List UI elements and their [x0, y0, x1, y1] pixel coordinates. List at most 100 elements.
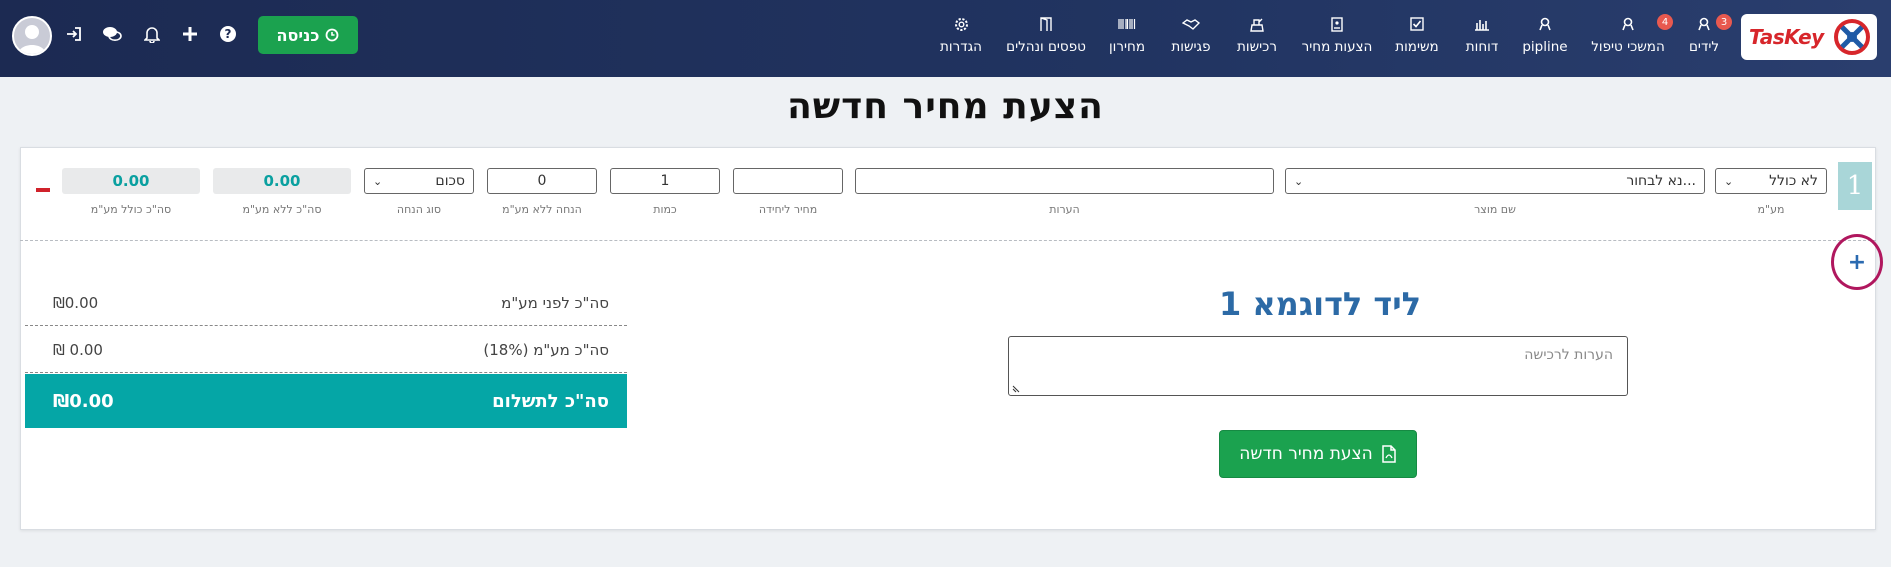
unit-price-input[interactable] [733, 168, 843, 194]
before-vat-value: 0.00 [64, 293, 99, 312]
currency-symbol: ₪ [53, 390, 70, 412]
nav-label: פגישות [1171, 39, 1211, 55]
clock-icon [326, 28, 339, 42]
line-notes-label: הערות [1049, 203, 1080, 216]
total-inc-vat: 0.00 [62, 168, 200, 194]
lead-name: ליד לדוגמא 1 [1218, 285, 1422, 323]
nav-label: דוחות [1465, 39, 1499, 55]
nav-label: לידים [1688, 39, 1720, 55]
total-inc-vat-label: סה"כ כולל מע"מ [90, 203, 172, 216]
before-vat-label: סה"כ לפני מע"מ [501, 293, 609, 312]
remove-row-button[interactable] [36, 188, 50, 192]
new-quote-button[interactable]: הצעת מחיר חדשה [1219, 430, 1417, 478]
new-quote-label: הצעת מחיר חדשה [1239, 444, 1373, 464]
summary-total-row: ₪0.00 סה"כ לתשלום [25, 374, 627, 428]
vat-amount: ₪ 0.00 [53, 341, 103, 359]
total-amount: ₪0.00 [53, 391, 114, 412]
enter-button-label: כניסה [276, 25, 320, 45]
total-ex-vat: 0.00 [213, 168, 351, 194]
nav-label: pipline [1522, 39, 1568, 55]
leads-badge: 3 [1716, 14, 1732, 30]
row-number: 1 [1838, 162, 1872, 210]
summary-before-vat-row: ₪0.00 סה"כ לפני מע"מ [25, 280, 627, 326]
discount-type-label: סוג הנחה [396, 203, 442, 216]
vat-label: מע"מ [1757, 203, 1785, 216]
person-icon [1621, 14, 1635, 34]
nav-label: רכישות [1237, 39, 1277, 55]
nav-item-meetings[interactable]: פגישות [1170, 14, 1212, 64]
person-icon [1538, 14, 1552, 34]
cash-register-icon [1249, 14, 1265, 34]
before-vat-amount: ₪0.00 [53, 294, 98, 312]
page-title: הצעת מחיר חדשה [787, 86, 1104, 127]
login-icon[interactable] [62, 22, 86, 46]
discount-label: הנחה ללא מע"מ [502, 203, 582, 216]
total-label: סה"כ לתשלום [492, 390, 609, 412]
barcode-icon [1118, 14, 1136, 34]
vat-select-value: לא כולל [1769, 173, 1818, 189]
avatar[interactable] [12, 16, 52, 56]
nav-item-followups[interactable]: המשכי טיפול [1588, 14, 1668, 64]
help-icon[interactable]: ? [216, 22, 240, 46]
nav-item-purchases[interactable]: רכישות [1236, 14, 1278, 64]
chevron-down-icon: ⌄ [373, 174, 383, 188]
unit-price-label: מחיר ליחידה [758, 203, 818, 216]
nav-item-reports[interactable]: דוחות [1462, 14, 1502, 64]
summary-vat-row: ₪ 0.00 סה"כ מע"מ (18%) [25, 327, 627, 373]
product-select-value: נא לבחור... [1626, 173, 1696, 189]
logo-mark-icon [1834, 19, 1870, 55]
followups-badge: 4 [1657, 14, 1673, 30]
quantity-label: כמות [653, 203, 677, 216]
discount-input[interactable]: 0 [487, 168, 597, 194]
vat-select[interactable]: ⌄ לא כולל [1715, 168, 1827, 194]
nav-label: משימות [1395, 39, 1439, 55]
pdf-file-icon [1381, 445, 1396, 463]
plus-icon[interactable] [178, 22, 202, 46]
nav-label: הגדרות [940, 39, 982, 55]
nav-item-pricelist[interactable]: מחירון [1108, 14, 1146, 64]
nav-item-forms[interactable]: טפסים ונהלים [1006, 14, 1086, 64]
currency-symbol: ₪ [53, 293, 65, 312]
person-icon [1697, 14, 1711, 34]
nav-label: המשכי טיפול [1591, 39, 1665, 55]
gear-icon [954, 14, 969, 34]
door-icon [1040, 14, 1052, 34]
vat-value: 0.00 [69, 340, 103, 359]
bar-chart-icon [1474, 14, 1490, 34]
total-value: 0.00 [69, 390, 114, 412]
handshake-icon [1182, 14, 1200, 34]
document-icon [1331, 14, 1343, 34]
logo-text: TasKey [1749, 25, 1824, 49]
nav-item-pipline[interactable]: pipline [1522, 14, 1568, 64]
chat-icon[interactable] [100, 22, 124, 46]
checkbox-icon [1410, 14, 1424, 34]
plus-icon: + [1847, 249, 1867, 275]
nav-label: טפסים ונהלים [1006, 39, 1086, 55]
nav-item-settings[interactable]: הגדרות [940, 14, 982, 64]
top-navbar: TasKey לידים 3 המשכי טיפול 4 pipline דוח… [0, 0, 1891, 77]
svg-text:?: ? [225, 27, 232, 41]
line-notes-input[interactable] [855, 168, 1274, 194]
product-label: שם מוצר [1474, 203, 1516, 216]
nav-item-quotes[interactable]: הצעות מחיר [1302, 14, 1372, 64]
quantity-input[interactable]: 1 [610, 168, 720, 194]
discount-type-select[interactable]: ⌄ סכום [364, 168, 474, 194]
taskey-logo[interactable]: TasKey [1741, 14, 1877, 60]
discount-type-value: סכום [435, 173, 465, 189]
nav-label: הצעות מחיר [1301, 39, 1373, 55]
enter-button[interactable]: כניסה [258, 16, 358, 54]
divider [20, 240, 1876, 241]
product-select[interactable]: ⌄ נא לבחור... [1285, 168, 1705, 194]
bell-icon[interactable] [140, 22, 164, 46]
purchase-notes-placeholder: הערות לרכישה [1524, 347, 1613, 363]
total-ex-vat-label: סה"כ ללא מע"מ [242, 203, 322, 216]
vat-summary-label: סה"כ מע"מ (18%) [483, 340, 609, 359]
purchase-notes-textarea[interactable]: הערות לרכישה [1008, 336, 1628, 396]
nav-label: מחירון [1109, 39, 1145, 55]
chevron-down-icon: ⌄ [1294, 174, 1304, 188]
currency-symbol: ₪ [53, 340, 65, 359]
resize-handle-icon[interactable] [1012, 383, 1022, 393]
add-row-button[interactable]: + [1831, 234, 1883, 290]
nav-item-tasks[interactable]: משימות [1394, 14, 1440, 64]
chevron-down-icon: ⌄ [1724, 174, 1734, 188]
